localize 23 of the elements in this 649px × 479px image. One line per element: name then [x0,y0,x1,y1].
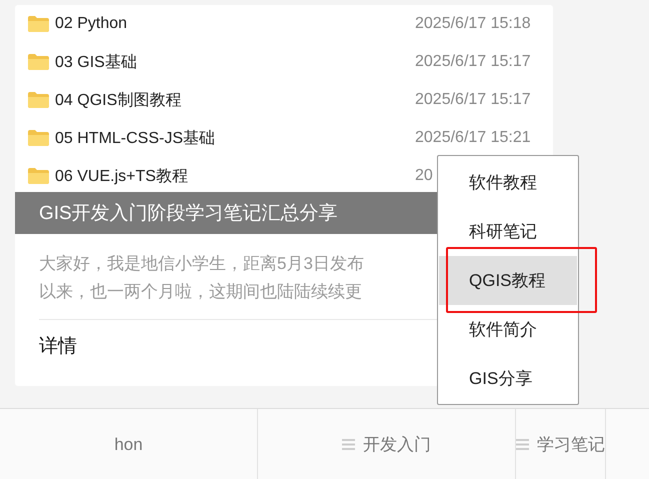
folder-icon [28,168,49,184]
modified-date: 2025/6/17 15:18 [415,15,531,33]
modified-date: 2025/6/17 15:21 [415,129,531,147]
folder-icon [28,16,49,32]
modified-date: 2025/6/17 15:17 [415,53,531,71]
category-tab[interactable]: 开发入门 [258,409,516,479]
folder-name[interactable]: 05 HTML-CSS-JS基础 [55,128,415,148]
summary-text: 大家好，我是地信小学生，距离5月3日发布 以来，也一两个月啦，这期间也陆陆续续更 [39,253,364,303]
folder-icon [28,130,49,146]
menu-item[interactable]: 软件简介 [439,304,577,354]
folder-icon [28,92,49,108]
menu-item[interactable]: GIS分享 [439,354,577,402]
folder-name[interactable]: 02 Python [55,15,415,33]
folder-name[interactable]: 06 VUE.js+TS教程 [55,166,415,186]
folder-name[interactable]: 03 GIS基础 [55,52,415,72]
category-tab[interactable]: hon [0,409,258,479]
modified-date: 20 [415,167,433,185]
category-tab[interactable]: 学习笔记 [516,409,606,479]
modified-date: 2025/6/17 15:17 [415,91,531,109]
details-link[interactable]: 详情 [39,333,77,359]
folder-name[interactable]: 04 QGIS制图教程 [55,90,415,110]
folder-icon [28,54,49,70]
menu-item[interactable]: QGIS教程 [439,256,577,304]
